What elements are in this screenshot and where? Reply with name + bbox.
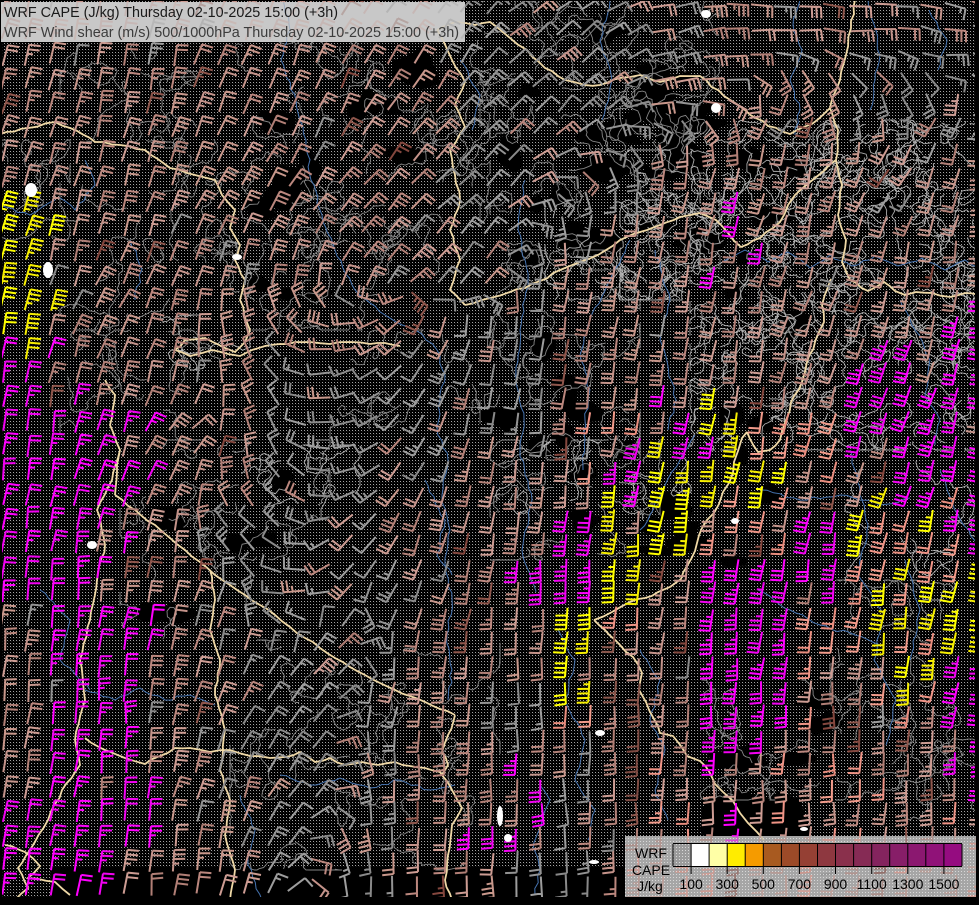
svg-text:700: 700 xyxy=(788,876,812,892)
svg-text:500: 500 xyxy=(752,876,776,892)
svg-text:CAPE: CAPE xyxy=(632,862,670,878)
svg-text:1500: 1500 xyxy=(928,876,959,892)
svg-text:1100: 1100 xyxy=(857,876,887,892)
svg-text:WRF Wind shear (m/s) 500/1000h: WRF Wind shear (m/s) 500/1000hPa Thursda… xyxy=(4,24,459,41)
svg-text:WRF: WRF xyxy=(635,845,667,861)
svg-text:100: 100 xyxy=(679,876,703,892)
svg-text:900: 900 xyxy=(824,876,848,892)
svg-text:1300: 1300 xyxy=(892,876,923,892)
svg-text:300: 300 xyxy=(716,876,740,892)
svg-text:J/kg: J/kg xyxy=(637,878,663,894)
svg-text:WRF CAPE (J/kg) Thursday 02-10: WRF CAPE (J/kg) Thursday 02-10-2025 15:0… xyxy=(4,4,338,21)
